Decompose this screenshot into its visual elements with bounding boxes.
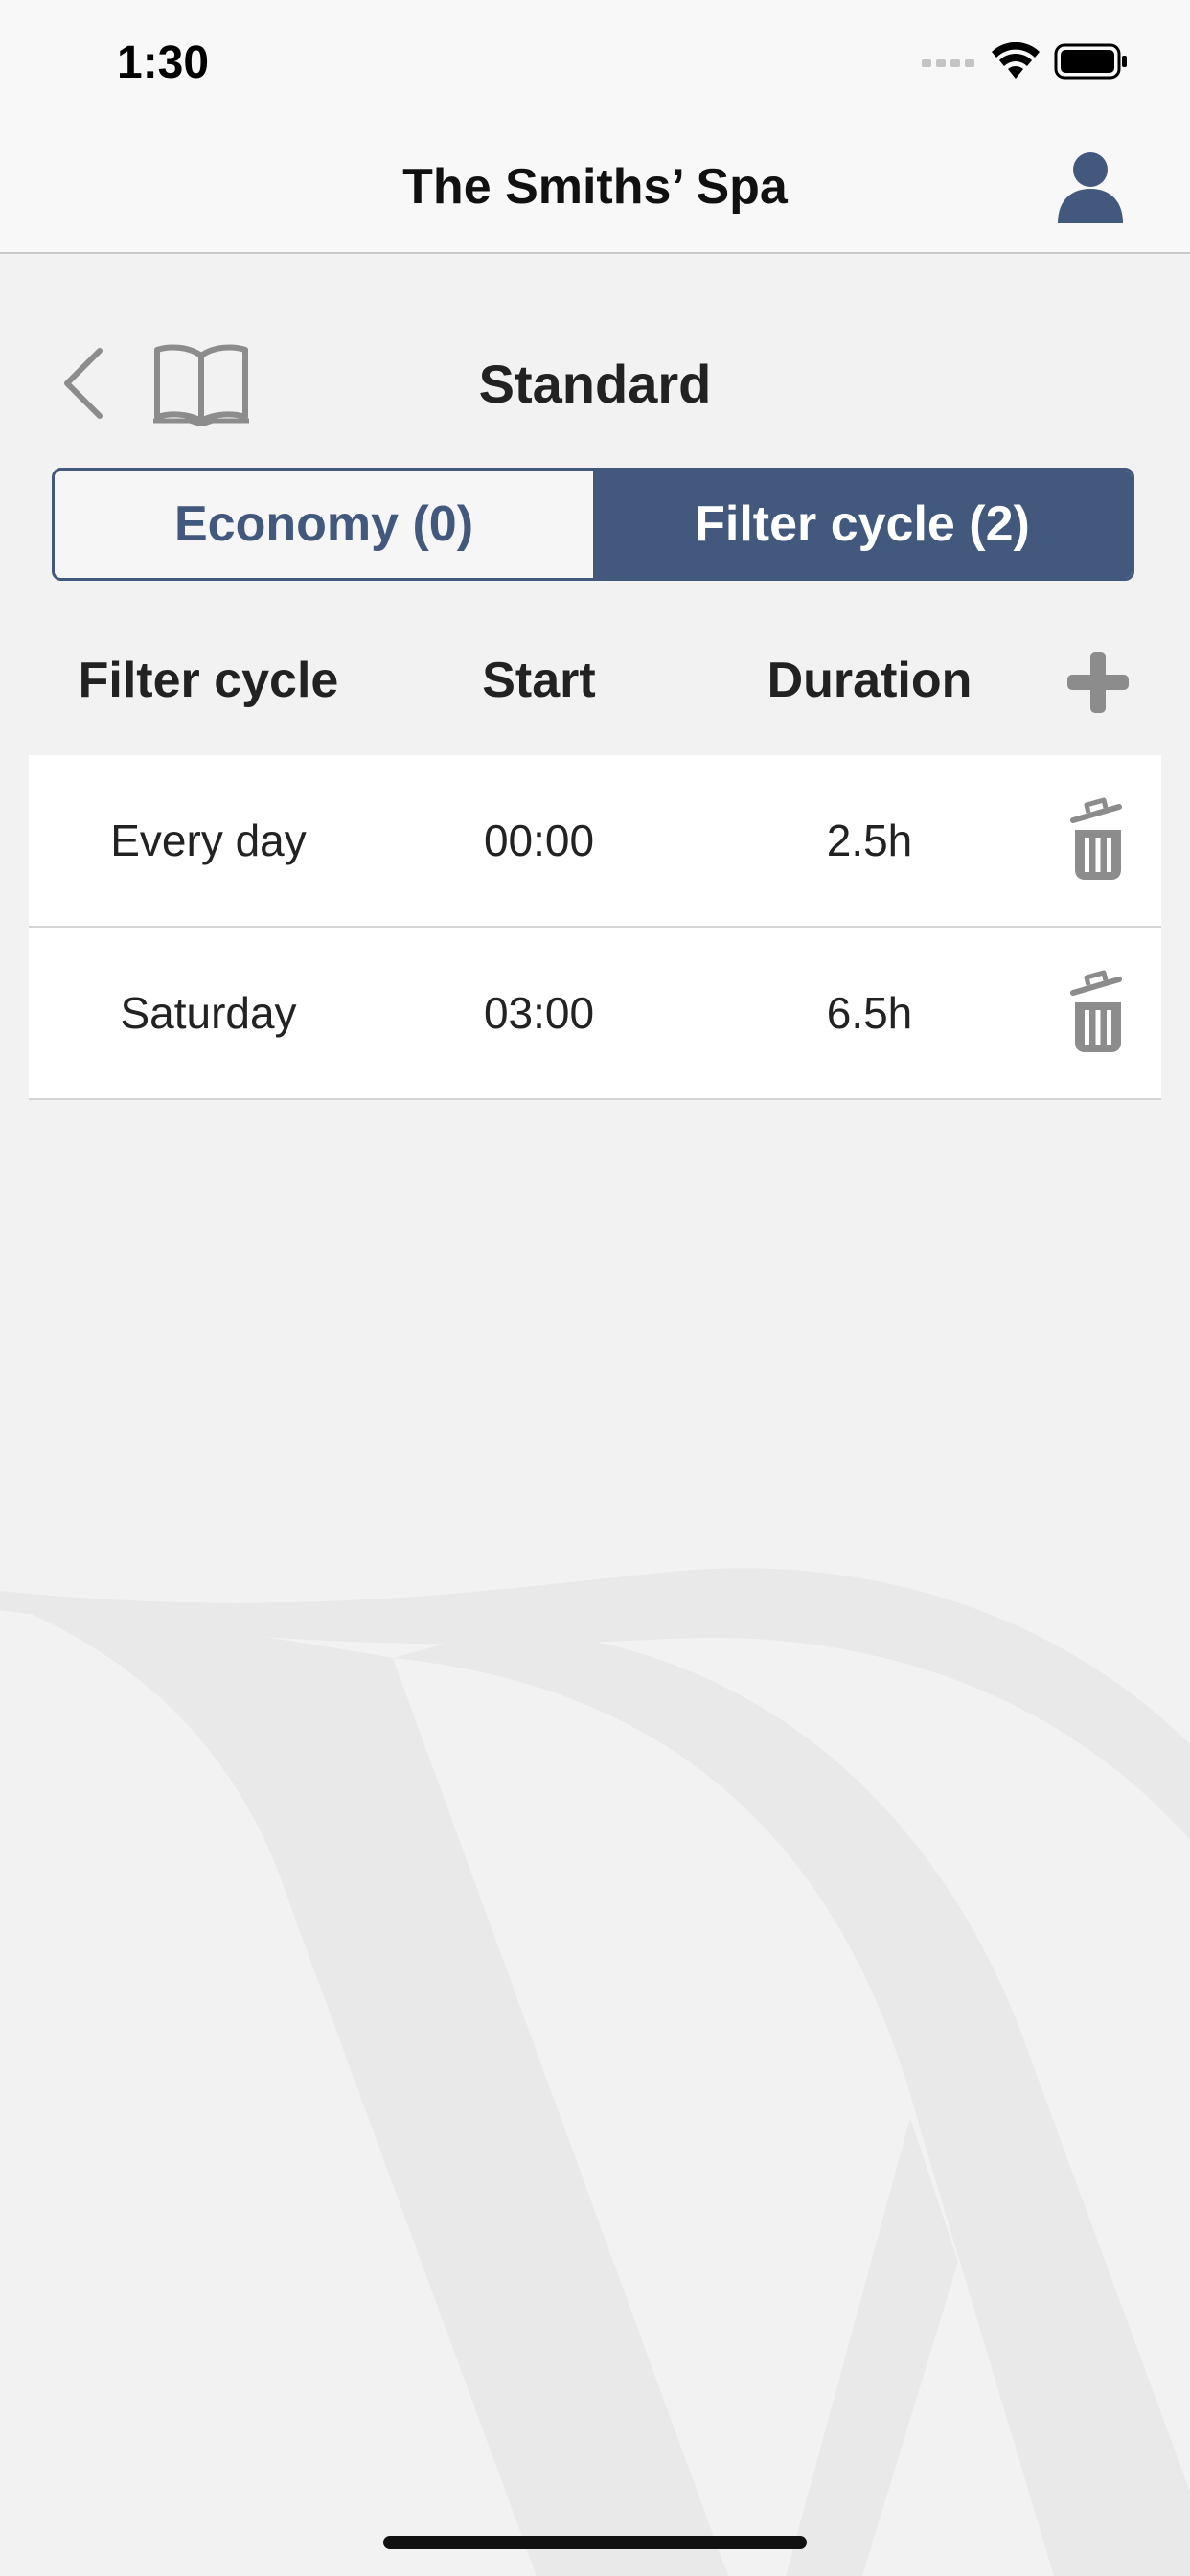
column-header-duration: Duration [767,653,973,708]
plus-icon[interactable] [1065,650,1131,715]
wifi-icon [992,42,1040,79]
trash-icon[interactable] [1069,795,1127,882]
tab-economy[interactable]: Economy (0) [55,471,593,578]
status-time: 1:30 [117,37,210,88]
column-header-filter-cycle: Filter cycle [78,653,339,708]
cell-start: 03:00 [483,988,595,1038]
home-indicator[interactable] [383,2536,807,2549]
segmented-control: Economy (0) Filter cycle (2) [52,468,1134,581]
cell-duration: 6.5h [826,988,913,1038]
table-row[interactable]: Every day 00:00 2.5h [29,755,1161,928]
sub-header: Standard [0,326,1190,441]
table-header: Filter cycle Start Duration [0,632,1190,728]
trash-icon[interactable] [1069,968,1127,1054]
cell-duration: 2.5h [826,816,913,865]
column-header-start: Start [482,653,596,708]
cell-day: Every day [110,816,307,865]
cell-start: 00:00 [483,816,595,865]
profile-icon[interactable] [1056,150,1125,223]
status-icons [922,42,1129,80]
battery-icon [1054,43,1127,80]
status-bar: 1:30 [0,0,1190,129]
background-watermark [0,1568,1190,2576]
nav-title: The Smiths’ Spa [402,159,788,215]
cell-day: Saturday [120,988,297,1038]
cellular-signal-icon [922,59,974,67]
filter-cycle-list: Every day 00:00 2.5h Saturday 03:00 6.5h [29,755,1161,1100]
tab-filter-cycle[interactable]: Filter cycle (2) [593,471,1132,578]
page-title: Standard [478,354,712,414]
table-row[interactable]: Saturday 03:00 6.5h [29,928,1161,1100]
navigation-bar: The Smiths’ Spa [0,129,1190,254]
